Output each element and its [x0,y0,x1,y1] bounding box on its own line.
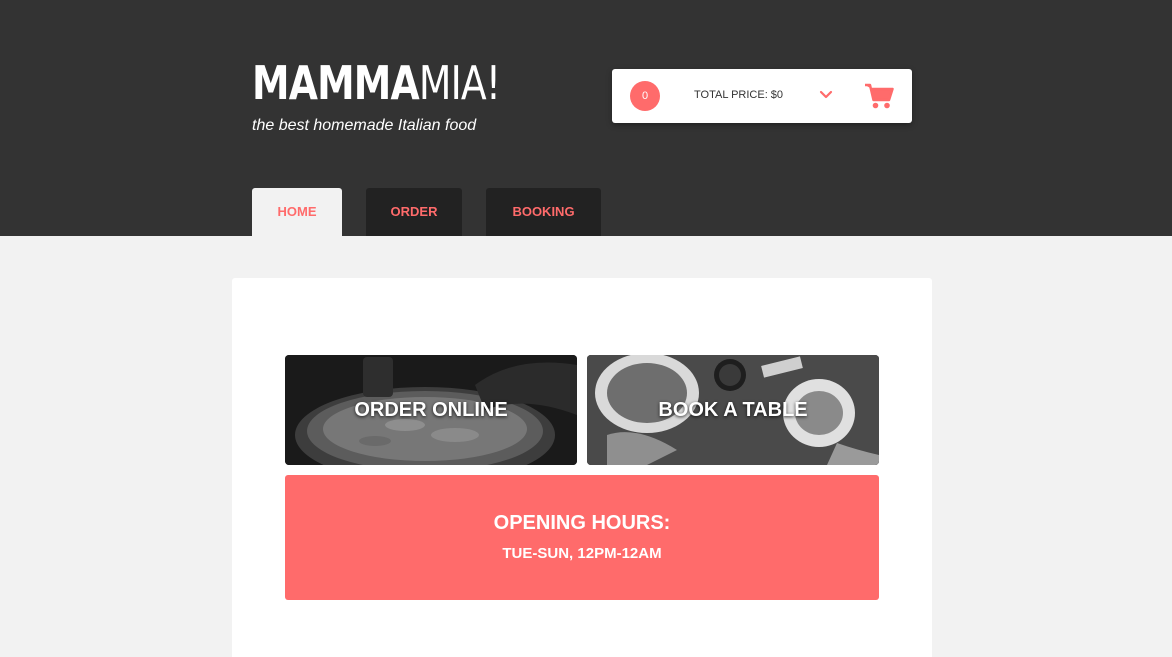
cart-count-badge: 0 [630,81,660,111]
main-content-panel [232,278,932,657]
opening-hours-time: TUE-SUN, 12PM-12AM [502,545,662,562]
book-table-tile[interactable]: BOOK A TABLE [587,355,879,465]
logo-light-text: MIA! [418,56,501,110]
cart-widget[interactable]: 0 TOTAL PRICE: $0 [612,69,912,123]
cart-total-price: TOTAL PRICE: $0 [694,89,784,101]
nav-tab-home[interactable]: HOME [252,188,342,236]
site-header: MAMMAMIA! the best homemade Italian food… [0,0,1172,236]
shopping-cart-icon[interactable] [864,82,894,110]
nav-tab-order[interactable]: ORDER [366,188,462,236]
order-online-label: ORDER ONLINE [354,398,508,421]
tagline: the best homemade Italian food [252,117,477,134]
opening-hours-title: OPENING HOURS: [493,512,671,534]
order-online-tile[interactable]: ORDER ONLINE [285,355,577,465]
logo[interactable]: MAMMAMIA! [252,58,555,108]
chevron-down-icon[interactable] [818,87,834,103]
logo-bold-text: MAMMA [252,56,420,110]
book-table-label: BOOK A TABLE [658,398,808,421]
opening-hours-box: OPENING HOURS: TUE-SUN, 12PM-12AM [285,475,879,600]
nav-tab-booking[interactable]: BOOKING [486,188,601,236]
